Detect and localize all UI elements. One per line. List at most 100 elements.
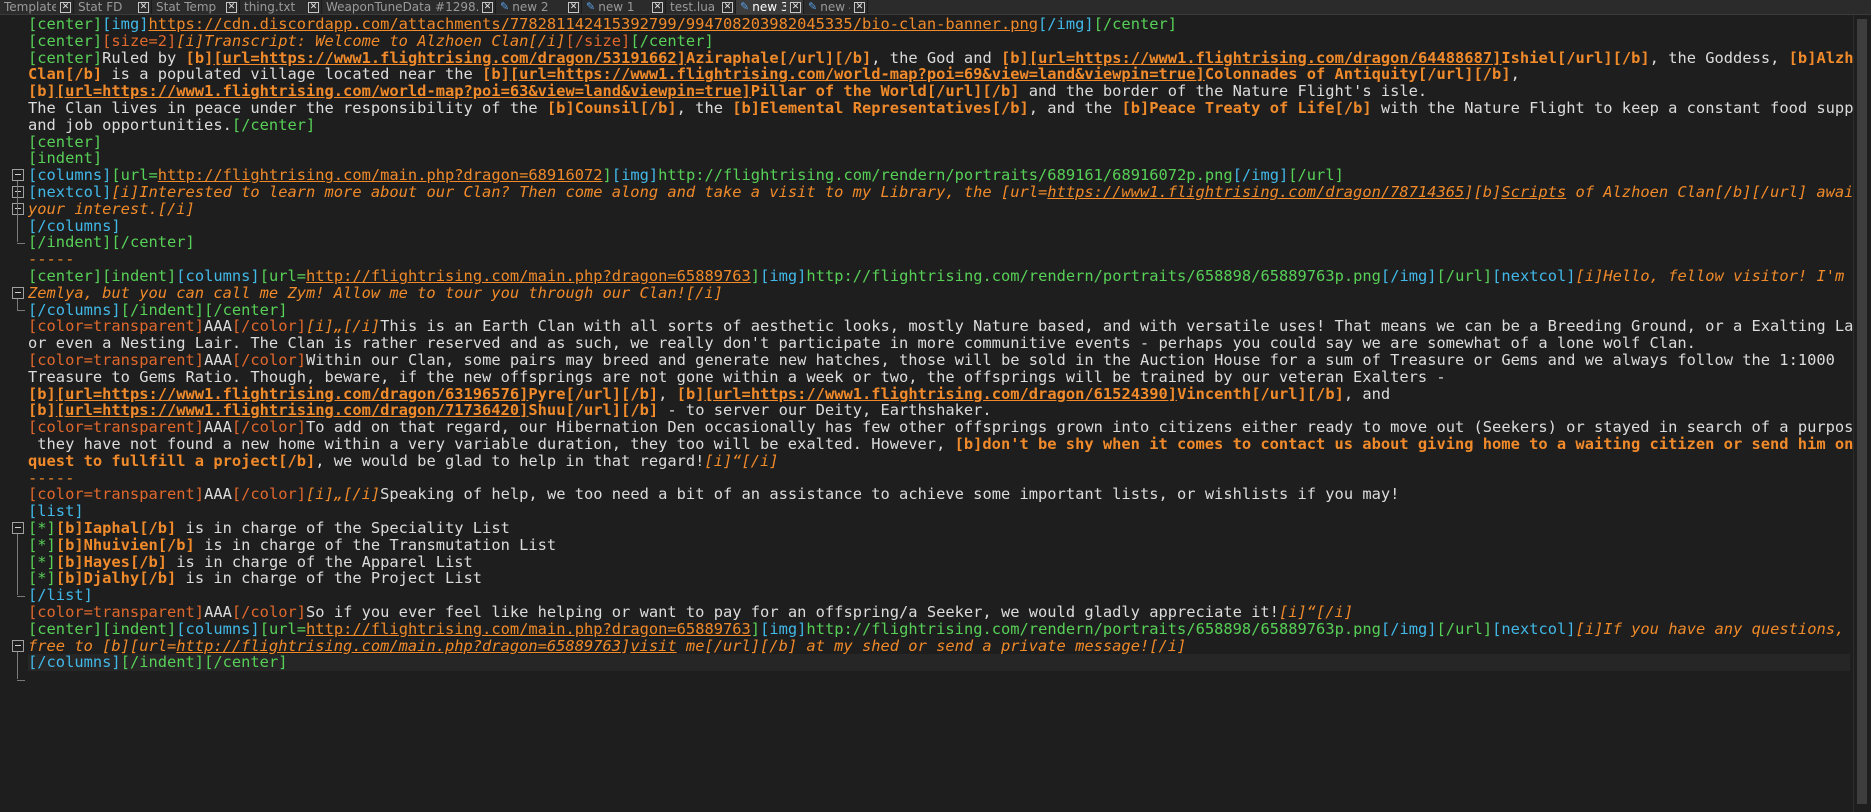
tab-test-lua[interactable]: test.lua ✕ (666, 0, 736, 14)
code-token: , and (1343, 384, 1391, 403)
code-line[interactable]: [color=transparent]AAA[/color]To add on … (28, 418, 1854, 437)
code-line[interactable]: [/columns] (28, 217, 1850, 235)
close-icon[interactable]: ✕ (652, 1, 663, 13)
tab-weapontunedata-1298-json[interactable]: WeaponTuneData #1298.json ✕ (322, 0, 496, 14)
fold-toggle-icon[interactable] (12, 522, 24, 534)
code-line[interactable]: [/list] (28, 587, 1850, 604)
code-line[interactable]: [/columns][/indent][/center] (28, 300, 1850, 319)
code-line[interactable]: [b][url=https://www1.flightrising.com/dr… (28, 402, 1850, 419)
code-token: Ishiel[/url][/b] (1501, 48, 1650, 67)
close-icon[interactable]: ✕ (226, 1, 237, 13)
code-token: AAA (204, 351, 232, 369)
code-line[interactable]: [nextcol][i]Interested to learn more abo… (28, 183, 1854, 201)
code-token: [/url] (1436, 267, 1493, 285)
code-token: , the Goddess, (1649, 48, 1789, 67)
code-line[interactable]: The Clan lives in peace under the respon… (28, 100, 1854, 117)
code-line[interactable]: [center][img]https://cdn.discordapp.com/… (28, 16, 1850, 33)
close-icon[interactable]: ✕ (308, 1, 319, 13)
close-icon[interactable]: ✕ (60, 1, 71, 13)
code-token: [center] (28, 48, 103, 67)
tab-new-2[interactable]: ✎ new 2 ✕ (496, 0, 582, 14)
code-line[interactable]: [*][b]Nhuivien[/b] is in charge of the T… (28, 535, 1850, 554)
code-line[interactable]: [center]Ruled by [b][url=https://www1.fl… (28, 48, 1854, 67)
code-line[interactable]: [color=transparent]AAA[/color][i]„[/i]Sp… (28, 486, 1850, 503)
code-token: , (1510, 65, 1520, 84)
code-line[interactable]: [indent] (28, 150, 1850, 167)
fold-toggle-icon[interactable] (12, 169, 24, 182)
fold-toggle-icon[interactable] (12, 186, 24, 198)
fold-toggle-icon[interactable] (12, 286, 24, 299)
fold-guide-line (17, 298, 18, 310)
code-token: - to server our Deity, Earthshaker. (658, 401, 992, 420)
code-token: https://cdn.discordapp.com/attachments/7… (148, 15, 1039, 33)
tab-bar: Template ✕ Stat FD ✕ Stat Temp ✕ thing.txt ✕ Wea… (0, 0, 1871, 15)
code-token: is in charge of the Apparel List (167, 552, 473, 571)
code-line[interactable]: [/indent][/center] (28, 234, 1850, 251)
fold-toggle-icon[interactable] (12, 639, 24, 652)
code-line[interactable]: quest to fullfill a project[/b], we woul… (28, 452, 1850, 470)
code-line[interactable]: Treasure to Gems Ratio. Though, beware, … (28, 368, 1850, 386)
close-icon[interactable]: ✕ (482, 1, 493, 13)
close-icon[interactable]: ✕ (790, 1, 801, 13)
fold-toggle-icon[interactable] (12, 202, 24, 215)
scrollbar-thumb[interactable] (1857, 19, 1867, 804)
code-token: Speaking of help, we too need a bit of a… (380, 485, 1400, 504)
code-line[interactable]: your interest.[/i] (28, 200, 1850, 218)
code-line[interactable]: [center][indent][columns][url=http://fli… (28, 619, 1854, 638)
code-line[interactable]: [center][size=2][i]Transcript: Welcome t… (28, 32, 1850, 50)
code-token: [color=transparent] (28, 485, 205, 504)
code-token: [url=https://www1.flightrising.com/world… (509, 65, 1205, 84)
code-line[interactable]: they have not found a new home within a … (28, 436, 1853, 453)
tab-stat-temp[interactable]: Stat Temp ✕ (152, 0, 240, 14)
code-line[interactable]: [color=transparent]AAA[/color]Within our… (28, 352, 1850, 369)
code-token: [/columns] (28, 300, 121, 319)
close-icon[interactable]: ✕ (722, 1, 733, 13)
code-token: [nextcol] (28, 183, 112, 201)
tab-template[interactable]: Template ✕ (0, 0, 74, 14)
code-line[interactable]: [/columns][/indent][/center] (28, 654, 1850, 672)
close-icon[interactable]: ✕ (138, 1, 149, 13)
code-token: ] (750, 619, 761, 638)
tab-label: thing.txt (244, 0, 296, 14)
code-line[interactable]: Zemlya, but you can call me Zym! Allow m… (28, 284, 1850, 302)
code-token: ] (621, 636, 631, 655)
tab-new-1[interactable]: ✎ new 1 ✕ (582, 0, 666, 14)
code-line[interactable]: [b][url=https://www1.flightrising.com/dr… (28, 384, 1850, 403)
tab-new-4[interactable]: ✎new 4 ✕ (804, 0, 868, 14)
code-line[interactable]: and job opportunities.[/center] (28, 116, 1850, 134)
code-line[interactable]: ----- (28, 251, 1850, 268)
code-token: [b]Nhuivien[/b] (55, 535, 195, 554)
fold-gutter (0, 15, 28, 812)
code-token: [url=https://www1.flightrising.com/drago… (213, 48, 686, 67)
code-token: So if you ever feel like helping or want… (306, 603, 1279, 621)
code-line[interactable]: free to [b][url=http://flightrising.com/… (28, 636, 1850, 655)
code-line[interactable]: [list] (28, 503, 1850, 520)
fold-end-marker (17, 242, 25, 244)
pencil-icon: ✎ (500, 0, 510, 13)
code-line[interactable]: [columns][url=http://flightrising.com/ma… (28, 167, 1850, 184)
code-line[interactable]: [center][indent][columns][url=http://fli… (28, 268, 1850, 285)
code-line[interactable]: [color=transparent]AAA[/color][i]„[/i]Th… (28, 318, 1854, 335)
code-line[interactable]: [center] (28, 133, 1850, 151)
tab-thing-txt[interactable]: thing.txt ✕ (240, 0, 322, 14)
code-line[interactable]: ----- (28, 469, 1850, 487)
code-token: http://flightrising.com/main.php?dragon=… (176, 636, 622, 655)
code-line[interactable]: [b][url=https://www1.flightrising.com/wo… (28, 83, 1850, 100)
code-area[interactable]: [center] [img] https://cdn.discordapp.com/… (28, 15, 1854, 812)
code-line[interactable]: [*][b]Hayes[/b] is in charge of the Appa… (28, 552, 1850, 571)
code-line[interactable]: [color=transparent]AAA[/color]So if you … (28, 604, 1850, 621)
code-line[interactable]: [*][b]Djalhy[/b] is in charge of the Pro… (28, 570, 1850, 587)
tab-stat-fd[interactable]: Stat FD ✕ (74, 0, 152, 14)
close-icon[interactable]: ✕ (568, 1, 579, 13)
code-line[interactable]: [*][b]Iaphal[/b] is in charge of the Spe… (28, 520, 1850, 537)
vertical-scrollbar[interactable] (1853, 15, 1871, 812)
tab-new-3[interactable]: ✎ new 3 ✕ (736, 0, 804, 14)
code-token: [/color] (231, 418, 307, 437)
text-editor[interactable]: [center] [img] https://cdn.discordapp.com/… (0, 15, 1871, 812)
tab-label: test.lua (670, 0, 716, 14)
code-line[interactable]: or even a Nesting Lair. The Clan is rath… (28, 335, 1850, 352)
code-token: [indent] (28, 149, 103, 168)
code-token: [img] (611, 166, 659, 185)
close-icon[interactable]: ✕ (854, 1, 865, 13)
code-line[interactable]: Clan[/b] is a populated village located … (28, 66, 1850, 83)
